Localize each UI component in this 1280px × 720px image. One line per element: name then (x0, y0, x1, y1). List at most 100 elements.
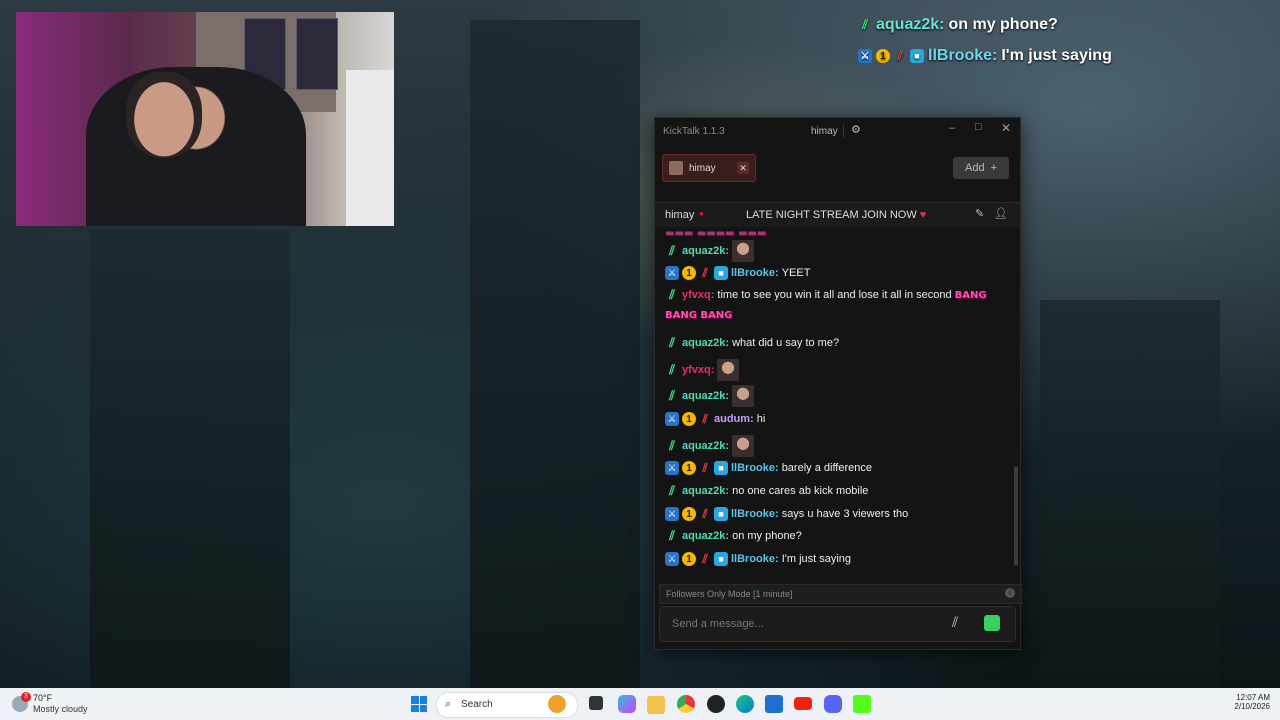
list-item: BANG BANG (665, 310, 732, 321)
close-icon[interactable]: ✕ (1001, 121, 1011, 135)
cube-badge-icon: ■ (714, 507, 728, 521)
pin-icon[interactable]: ✎ (975, 207, 984, 220)
kick-badge-icon: ⫽ (669, 362, 675, 377)
chat-message-text: YEET (781, 267, 811, 279)
chat-username[interactable]: aquaz2k: (682, 485, 729, 497)
message-input-box: ⫽ (659, 606, 1016, 642)
list-item: ⫽ yfvxq: time to see you win it all and lo… (665, 287, 986, 302)
list-item: ⚔ 1 ⫽ audum: hi (665, 412, 765, 426)
overlay-chat-line: ⫽ aquaz2k: on my phone? (858, 16, 1058, 34)
kick-emote-icon[interactable] (984, 615, 1000, 631)
kick-badge-icon: ⫽ (669, 243, 675, 258)
weather-temp: 70°F (33, 693, 53, 703)
users-icon[interactable]: 👤︎ (994, 207, 1008, 220)
one-badge-icon: 1 (876, 49, 890, 63)
stream-title-text: LATE NIGHT STREAM JOIN NOW (746, 209, 917, 221)
discord-icon[interactable] (824, 695, 842, 713)
mode-text: Followers Only Mode [1 minute] (666, 589, 793, 599)
tab-label: himay (689, 162, 716, 174)
add-channel-button[interactable]: Add + (953, 157, 1009, 179)
edge-icon[interactable] (736, 695, 754, 713)
chat-message-text: no one cares ab kick mobile (732, 485, 869, 497)
chat-messages[interactable]: ▬▬▬ ▬▬▬▬ ▬▬▬ ⫽ aquaz2k: ⚔ 1 ⫽ ■ llBrooke: YEET ⫽… (655, 226, 1020, 582)
list-item: ⚔ 1 ⫽ ■ llBrooke: I'm just saying (665, 552, 851, 566)
chat-username[interactable]: audum: (714, 413, 754, 425)
minimize-icon[interactable]: – (949, 122, 955, 134)
chat-username[interactable]: aquaz2k: (682, 390, 729, 402)
scrollbar[interactable] (1014, 466, 1018, 566)
kick-badge-icon: ⫽ (669, 335, 675, 350)
task-view-icon[interactable] (589, 696, 603, 710)
sword-badge-icon: ⚔ (665, 552, 679, 566)
start-icon[interactable] (411, 696, 427, 712)
obs-icon[interactable] (707, 695, 725, 713)
file-explorer-icon[interactable] (647, 696, 665, 714)
youtube-icon[interactable] (794, 697, 812, 710)
chat-emote (732, 435, 755, 457)
overlay-message: on my phone? (948, 16, 1058, 33)
kick-badge-icon: ⫽ (862, 17, 868, 32)
list-item: ⫽ yfvxq: (665, 359, 740, 381)
webcam-feed (16, 12, 394, 226)
webcam-poster (296, 18, 338, 90)
list-item: ⫽ aquaz2k: on my phone? (665, 529, 802, 543)
chat-message-text: I'm just saying (781, 553, 852, 565)
search-label: Search (461, 699, 493, 710)
chat-username[interactable]: llBrooke: (731, 267, 779, 279)
subscriber-badge-icon: ⫽ (702, 411, 708, 426)
message-input[interactable] (670, 617, 934, 631)
subscriber-badge-icon: ⫽ (702, 265, 708, 280)
one-badge-icon: 1 (682, 507, 696, 521)
settings-gear-icon[interactable]: ⚙ (851, 123, 861, 136)
chat-username[interactable]: llBrooke: (731, 553, 779, 565)
chat-username[interactable]: llBrooke: (731, 508, 779, 520)
title-bar: KickTalk 1.1.3 himay ⚙ – □ ✕ (655, 118, 1020, 144)
cube-badge-icon: ■ (714, 552, 728, 566)
cube-badge-icon: ■ (714, 266, 728, 280)
kick-badge-icon: ⫽ (669, 528, 675, 543)
webcam-streamer-head (126, 72, 202, 158)
kick-badge-icon: ⫽ (669, 483, 675, 498)
current-user-button[interactable]: himay (811, 126, 838, 137)
app-title: KickTalk 1.1.3 (663, 126, 725, 137)
info-icon[interactable]: i (1005, 588, 1015, 598)
chat-message-text: time to see you win it all and lose it a… (717, 289, 952, 301)
list-item: ⫽ aquaz2k: (665, 240, 755, 262)
chat-username[interactable]: yfvxq: (682, 289, 714, 301)
chat-username[interactable]: llBrooke: (731, 462, 779, 474)
bang-emote: BANG BANG (665, 310, 733, 321)
chat-username[interactable]: yfvxq: (682, 364, 714, 376)
emote-picker-icon[interactable]: ⫽ (952, 614, 958, 631)
list-item: ⚔ 1 ⫽ ■ llBrooke: says u have 3 viewers tho (665, 507, 908, 521)
chat-username[interactable]: aquaz2k: (682, 337, 729, 349)
kick-badge-icon: ⫽ (669, 287, 675, 302)
cube-badge-icon: ■ (910, 49, 924, 63)
overlay-username: aquaz2k: (876, 16, 945, 33)
chat-username[interactable]: aquaz2k: (682, 530, 729, 542)
tab-close-icon[interactable]: ✕ (737, 162, 749, 174)
subscriber-badge-icon: ⫽ (702, 551, 708, 566)
search-icon: ⌕ (445, 698, 452, 710)
cut-off-emote: ▬▬▬ ▬▬▬▬ ▬▬▬ (665, 228, 767, 239)
chat-username[interactable]: aquaz2k: (682, 440, 729, 452)
copilot-icon[interactable] (618, 695, 636, 713)
kicktalk-app-icon[interactable] (853, 695, 871, 713)
channel-tabs: himay ✕ Add + (655, 146, 1020, 192)
maximize-icon[interactable]: □ (975, 121, 982, 133)
chat-mode-banner: Followers Only Mode [1 minute] i (659, 584, 1022, 604)
heart-icon: ♥ (919, 209, 927, 221)
pizza-widget-icon[interactable] (548, 695, 566, 713)
chat-message-text: hi (756, 413, 766, 425)
list-item: ⫽ aquaz2k: (665, 385, 755, 407)
subscriber-badge-icon: ⫽ (702, 506, 708, 521)
list-item: ⫽ aquaz2k: no one cares ab kick mobile (665, 484, 868, 498)
tab-himay[interactable]: himay ✕ (662, 154, 756, 182)
chat-username[interactable]: aquaz2k: (682, 245, 729, 257)
live-dot-icon: ● (699, 209, 704, 218)
list-item: ⫽ aquaz2k: (665, 435, 755, 457)
chat-emote (732, 385, 755, 407)
system-clock[interactable]: 12:07 AM 2/10/2026 (1226, 693, 1270, 711)
store-icon[interactable] (765, 695, 783, 713)
chrome-icon[interactable] (677, 695, 695, 713)
stream-title: LATE NIGHT STREAM JOIN NOW ♥ (746, 209, 926, 221)
